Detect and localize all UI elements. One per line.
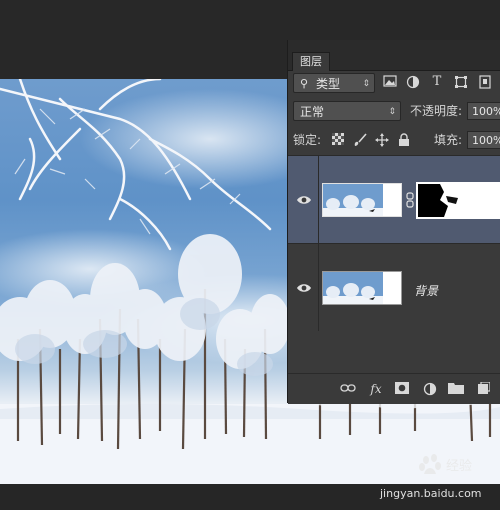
- add-mask-icon[interactable]: [394, 382, 410, 396]
- watermark-url: jingyan.baidu.com: [380, 487, 482, 500]
- lock-transparent-icon[interactable]: [331, 133, 345, 147]
- chevron-updown-icon: ⇕: [388, 107, 396, 117]
- svg-text:经验: 经验: [446, 458, 472, 474]
- new-group-icon[interactable]: [448, 382, 464, 396]
- visibility-eye-icon[interactable]: [296, 282, 312, 294]
- link-chain-icon[interactable]: [406, 192, 414, 208]
- blend-mode-value: 正常: [300, 105, 325, 119]
- tab-layers[interactable]: 图层: [292, 52, 330, 71]
- shape-filter-icon[interactable]: [454, 75, 468, 89]
- blend-mode-select[interactable]: 正常 ⇕: [293, 101, 401, 121]
- layer-filter-select[interactable]: ⚲ 类型 ⇕: [293, 73, 375, 93]
- layer-row-background[interactable]: 背景: [288, 243, 500, 331]
- search-icon: ⚲: [300, 77, 309, 90]
- smart-object-filter-icon[interactable]: [478, 75, 492, 89]
- opacity-input[interactable]: 100%: [467, 102, 500, 120]
- image-filter-icon[interactable]: [383, 75, 397, 89]
- layers-panel: 图层 ⚲ 类型 ⇕ T 正常 ⇕ 不透明度: 100% 锁定: 填充: 100%: [287, 40, 500, 404]
- layer-row-masked[interactable]: [288, 155, 500, 243]
- new-layer-icon[interactable]: [476, 381, 492, 396]
- lock-all-icon[interactable]: [397, 133, 411, 147]
- column-divider: [318, 156, 319, 243]
- fill-input[interactable]: 100%: [467, 131, 500, 149]
- link-layers-icon[interactable]: [340, 382, 356, 396]
- layer-thumbnail[interactable]: [322, 271, 402, 305]
- layer-mask-thumbnail[interactable]: [416, 182, 500, 219]
- column-divider: [318, 244, 319, 331]
- layers-panel-footer: fx: [288, 373, 500, 404]
- visibility-eye-icon[interactable]: [296, 194, 312, 206]
- lock-label: 锁定:: [293, 133, 322, 147]
- lock-position-icon[interactable]: [375, 133, 389, 147]
- type-filter-icon[interactable]: T: [430, 75, 444, 89]
- adjustment-filter-icon[interactable]: [406, 75, 420, 89]
- chevron-updown-icon: ⇕: [362, 79, 370, 89]
- layer-filter-value: 类型: [316, 77, 341, 91]
- adjustment-layer-icon[interactable]: [422, 382, 438, 396]
- baidu-jingyan-watermark: 经验 jingyan.baidu.com: [380, 454, 500, 510]
- lock-paint-icon[interactable]: [353, 133, 367, 147]
- layer-thumbnail[interactable]: [322, 183, 402, 217]
- opacity-label: 不透明度:: [410, 104, 463, 118]
- panel-tab-bar: 图层: [288, 40, 500, 71]
- fill-label: 填充:: [434, 133, 463, 147]
- layer-name[interactable]: 背景: [414, 282, 438, 299]
- baidu-logo: 经验: [418, 454, 498, 476]
- fx-icon[interactable]: fx: [368, 382, 384, 396]
